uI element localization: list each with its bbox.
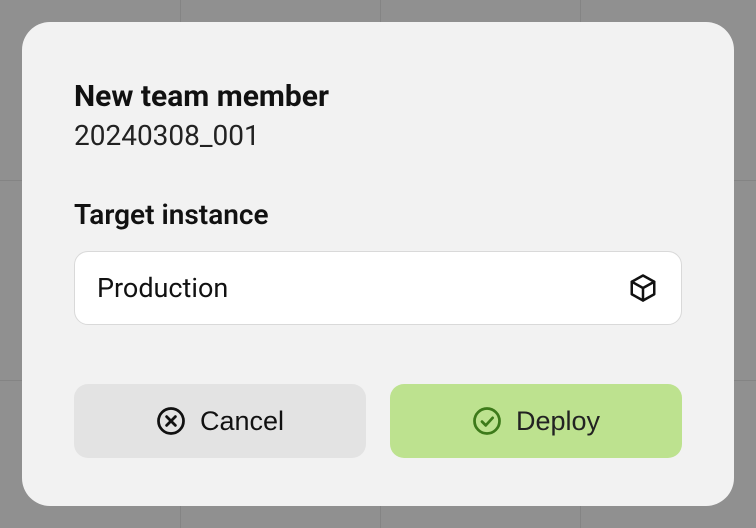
cancel-button[interactable]: Cancel — [74, 384, 366, 458]
target-instance-select[interactable]: Production — [74, 251, 682, 325]
modal-actions: Cancel Deploy — [74, 384, 682, 458]
deploy-modal: New team member 20240308_001 Target inst… — [22, 22, 734, 506]
target-instance-value: Production — [97, 272, 228, 304]
deploy-button[interactable]: Deploy — [390, 384, 682, 458]
cancel-icon — [156, 406, 186, 436]
cube-icon — [627, 272, 659, 304]
modal-header: New team member 20240308_001 — [74, 78, 682, 154]
target-instance-label: Target instance — [74, 198, 682, 231]
check-circle-icon — [472, 406, 502, 436]
modal-title: New team member — [74, 78, 682, 116]
cancel-button-label: Cancel — [200, 406, 284, 437]
modal-subtitle: 20240308_001 — [74, 118, 682, 154]
deploy-button-label: Deploy — [516, 406, 600, 437]
